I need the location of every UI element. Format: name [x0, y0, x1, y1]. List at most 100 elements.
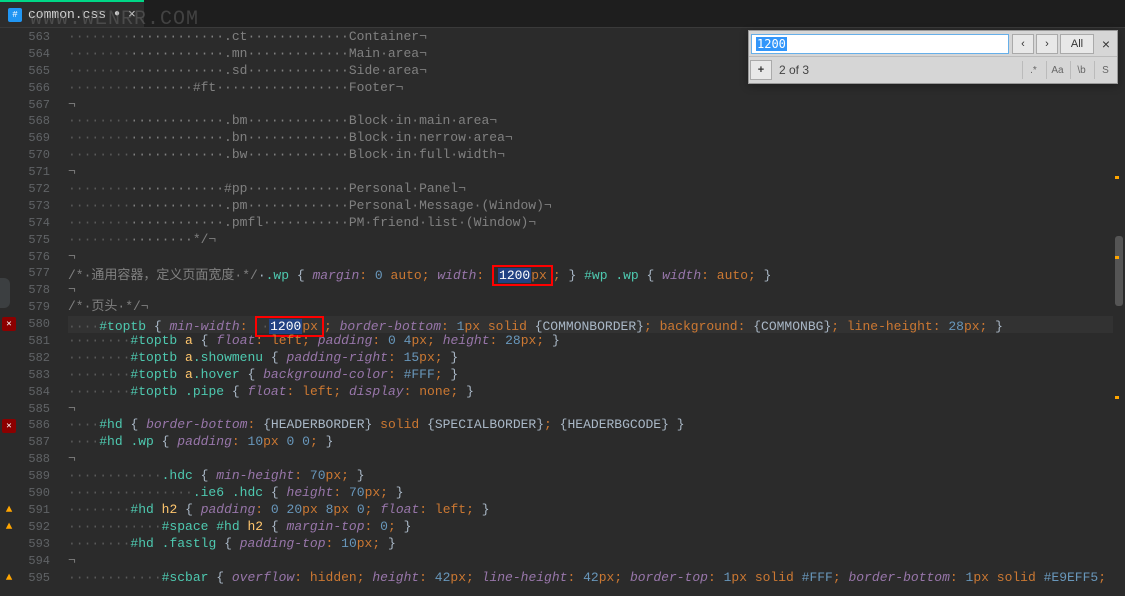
line-number: 581 — [18, 333, 50, 350]
scroll-marker — [1115, 396, 1119, 399]
line-number: 564 — [18, 46, 50, 63]
line-number: 572 — [18, 181, 50, 198]
line-number: 563 — [18, 29, 50, 46]
find-prev-button[interactable]: ‹ — [1012, 34, 1034, 54]
vertical-scrollbar[interactable] — [1113, 56, 1125, 596]
code-line[interactable]: ¬ — [68, 553, 1125, 570]
gutter-mark — [0, 29, 18, 46]
find-input[interactable]: 1200 — [751, 34, 1009, 54]
gutter-mark — [0, 436, 18, 453]
code-line[interactable]: ············#space #hd h2 { margin-top: … — [68, 519, 1125, 536]
code-line[interactable]: ····················#pp·············Pers… — [68, 181, 1125, 198]
gutter-mark — [0, 130, 18, 147]
code-line[interactable]: ····#hd .wp { padding: 10px 0 0; } — [68, 434, 1125, 451]
modified-indicator: ● — [114, 9, 120, 20]
line-number: 589 — [18, 468, 50, 485]
gutter-collapse-handle[interactable] — [0, 278, 10, 308]
code-line[interactable]: ················*/¬ — [68, 232, 1125, 249]
code-line[interactable]: ········#toptb a { float: left; padding:… — [68, 333, 1125, 350]
gutter-annotations: ✕✕▲▲▲ — [0, 28, 18, 596]
gutter-mark: ▲ — [0, 504, 18, 521]
find-word-toggle[interactable]: \b — [1070, 61, 1092, 79]
line-number: 576 — [18, 249, 50, 266]
code-line[interactable]: ¬ — [68, 97, 1125, 114]
gutter-mark — [0, 351, 18, 368]
scroll-marker — [1115, 256, 1119, 259]
gutter-mark — [0, 198, 18, 215]
gutter-mark: ✕ — [0, 419, 18, 436]
scrollbar-thumb[interactable] — [1115, 236, 1123, 306]
code-line[interactable]: ············.hdc { min-height: 70px; } — [68, 468, 1125, 485]
line-number: 583 — [18, 367, 50, 384]
tab-filename: common.css — [28, 7, 106, 22]
gutter-mark — [0, 46, 18, 63]
line-number: 565 — [18, 63, 50, 80]
gutter-mark — [0, 215, 18, 232]
line-number: 574 — [18, 215, 50, 232]
editor: ✕✕▲▲▲ 5635645655665675685695705715725735… — [0, 28, 1125, 596]
code-line[interactable]: ····················.pmfl···········PM·f… — [68, 215, 1125, 232]
line-number: 579 — [18, 299, 50, 316]
code-line[interactable]: ¬ — [68, 451, 1125, 468]
tab-bar: # common.css ● × — [0, 0, 1125, 28]
code-line[interactable]: ····················.pm·············Pers… — [68, 198, 1125, 215]
find-add-button[interactable]: + — [750, 60, 772, 80]
line-number: 584 — [18, 384, 50, 401]
file-tab[interactable]: # common.css ● × — [0, 0, 144, 27]
line-number: 573 — [18, 198, 50, 215]
find-scope-button[interactable]: All — [1060, 34, 1094, 54]
line-number: 592 — [18, 519, 50, 536]
line-number: 587 — [18, 434, 50, 451]
line-number: 570 — [18, 147, 50, 164]
code-line[interactable]: ¬ — [68, 401, 1125, 418]
gutter-mark — [0, 385, 18, 402]
line-number: 582 — [18, 350, 50, 367]
code-line[interactable]: ····················.bm·············Bloc… — [68, 113, 1125, 130]
code-line[interactable]: /*·通用容器，定义页面宽度·*/·.wp { margin: 0 auto; … — [68, 265, 1125, 282]
code-line[interactable]: ····#hd { border-bottom: {HEADERBORDER} … — [68, 417, 1125, 434]
code-line[interactable]: ¬ — [68, 249, 1125, 266]
css-file-icon: # — [8, 8, 22, 22]
code-line[interactable]: ¬ — [68, 282, 1125, 299]
gutter-mark — [0, 164, 18, 181]
code-line[interactable]: ····················.bn·············Bloc… — [68, 130, 1125, 147]
code-line[interactable]: ····#toptb { min-width: ·1200px; border-… — [68, 316, 1125, 333]
gutter-mark — [0, 181, 18, 198]
code-content[interactable]: ····················.ct·············Cont… — [58, 28, 1125, 596]
line-number: 578 — [18, 282, 50, 299]
line-number: 593 — [18, 536, 50, 553]
find-selection-toggle[interactable]: S — [1094, 61, 1116, 79]
gutter-mark: ✕ — [0, 317, 18, 334]
line-number: 585 — [18, 401, 50, 418]
code-line[interactable]: ············#scbar { overflow: hidden; h… — [68, 570, 1125, 587]
line-number: 586 — [18, 417, 50, 434]
code-line[interactable]: ¬ — [68, 164, 1125, 181]
scroll-marker — [1115, 176, 1119, 179]
line-number-gutter: 5635645655665675685695705715725735745755… — [18, 28, 58, 596]
find-panel: 1200 ‹ › All × + 2 of 3 .* Aa \b S — [748, 30, 1118, 84]
line-number: 568 — [18, 113, 50, 130]
gutter-mark — [0, 538, 18, 555]
code-line[interactable]: ········#toptb a.showmenu { padding-righ… — [68, 350, 1125, 367]
gutter-mark — [0, 147, 18, 164]
code-line[interactable]: ········#hd h2 { padding: 0 20px 8px 0; … — [68, 502, 1125, 519]
gutter-mark — [0, 470, 18, 487]
code-line[interactable]: ········#toptb a.hover { background-colo… — [68, 367, 1125, 384]
find-close-button[interactable]: × — [1095, 36, 1117, 52]
find-regex-toggle[interactable]: .* — [1022, 61, 1044, 79]
code-line[interactable]: ················.ie6 .hdc { height: 70px… — [68, 485, 1125, 502]
line-number: 575 — [18, 232, 50, 249]
line-number: 594 — [18, 553, 50, 570]
gutter-mark — [0, 334, 18, 351]
gutter-mark — [0, 487, 18, 504]
gutter-mark — [0, 232, 18, 249]
close-icon[interactable]: × — [128, 7, 136, 22]
gutter-mark — [0, 555, 18, 572]
code-line[interactable]: ········#hd .fastlg { padding-top: 10px;… — [68, 536, 1125, 553]
code-line[interactable]: ····················.bw·············Bloc… — [68, 147, 1125, 164]
code-line[interactable]: ········#toptb .pipe { float: left; disp… — [68, 384, 1125, 401]
find-case-toggle[interactable]: Aa — [1046, 61, 1068, 79]
line-number: 569 — [18, 130, 50, 147]
code-line[interactable]: /*·页头·*/¬ — [68, 299, 1125, 316]
find-next-button[interactable]: › — [1036, 34, 1058, 54]
